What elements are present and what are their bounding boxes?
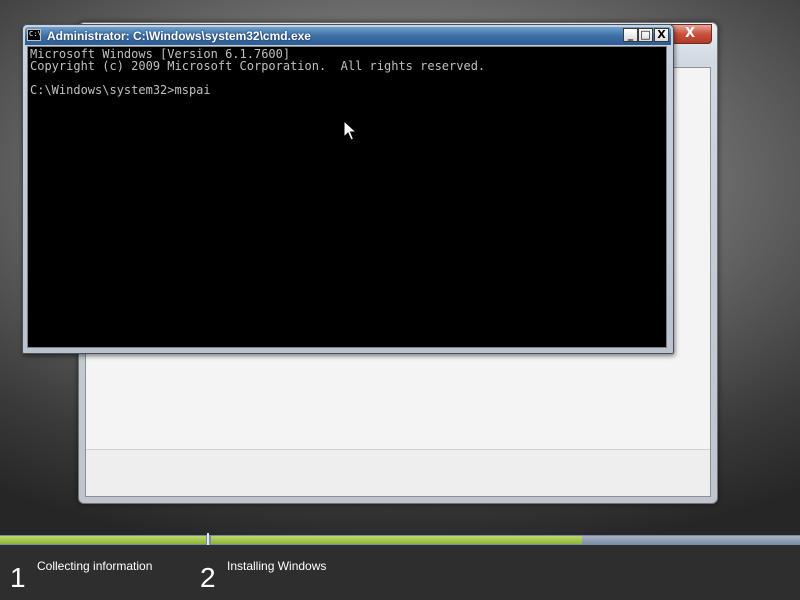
step-1-label: Collecting information xyxy=(37,559,153,573)
minimize-button[interactable]: _ xyxy=(623,28,638,42)
maximize-button[interactable]: □ xyxy=(638,28,653,42)
progress-step-2-fill xyxy=(211,536,582,544)
step-1-number: 1 xyxy=(10,562,26,593)
cmd-app-icon[interactable]: C:\ xyxy=(27,29,41,41)
console-output[interactable]: Microsoft Windows [Version 6.1.7600] Cop… xyxy=(27,46,667,348)
close-button[interactable]: X xyxy=(654,28,669,42)
console-prompt-line[interactable]: C:\Windows\system32>mspai xyxy=(30,84,666,96)
command-prompt-window: C:\ Administrator: C:\Windows\system32\c… xyxy=(22,24,674,354)
setup-steps-bar: 1 Collecting information 2 Installing Wi… xyxy=(0,545,800,600)
command-prompt-titlebar[interactable]: C:\ Administrator: C:\Windows\system32\c… xyxy=(25,27,671,45)
progress-remaining xyxy=(582,536,800,544)
step-2-label: Installing Windows xyxy=(227,559,327,573)
step-2-number: 2 xyxy=(200,562,216,593)
window-title: Administrator: C:\Windows\system32\cmd.e… xyxy=(47,29,311,43)
arrow-cursor-icon xyxy=(343,120,357,141)
setup-window-footer xyxy=(86,449,710,496)
setup-close-button[interactable]: X xyxy=(668,24,712,44)
console-line-copyright: Copyright (c) 2009 Microsoft Corporation… xyxy=(30,59,486,73)
setup-progress-bar xyxy=(0,535,800,545)
progress-step-1-fill xyxy=(0,536,206,544)
